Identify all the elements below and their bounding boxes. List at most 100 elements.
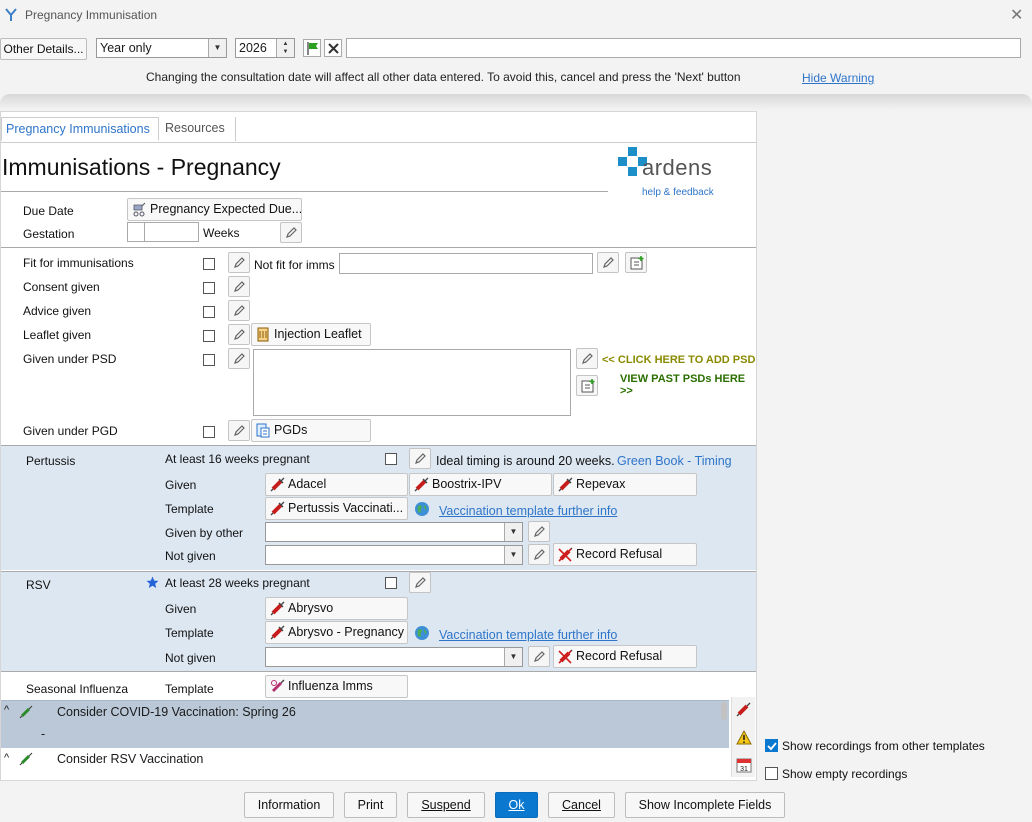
due-date-button-label: Pregnancy Expected Due...: [150, 202, 302, 216]
document-list-icon: [256, 423, 270, 441]
information-button[interactable]: Information: [244, 792, 334, 818]
scrollbar-thumb[interactable]: [721, 702, 727, 720]
tab-pregnancy-immunisations[interactable]: Pregnancy Immunisations: [1, 117, 159, 141]
close-icon[interactable]: ✕: [1010, 5, 1023, 25]
add-note-icon: [630, 256, 644, 270]
leaflet-checkbox[interactable]: [203, 330, 215, 342]
abrysvo-button[interactable]: Abrysvo: [265, 597, 408, 620]
injection-leaflet-button[interactable]: Injection Leaflet: [251, 323, 371, 346]
pertussis-not-given-select[interactable]: ▼: [265, 545, 523, 565]
given-by-other-edit-button[interactable]: [528, 521, 550, 542]
calendar-icon[interactable]: 31: [736, 757, 752, 773]
stepper-arrows-icon[interactable]: ▲ ▼: [276, 39, 294, 57]
due-date-button[interactable]: Pregnancy Expected Due...: [127, 198, 302, 221]
green-book-timing-link[interactable]: Green Book - Timing: [617, 454, 732, 468]
adacel-button[interactable]: Adacel: [265, 473, 408, 496]
rsv-not-given-select[interactable]: ▼: [265, 647, 523, 667]
pgds-button-label: PGDs: [274, 423, 308, 437]
star-icon: [146, 576, 159, 588]
injection-leaflet-label: Injection Leaflet: [274, 327, 362, 341]
syringe-icon[interactable]: [736, 701, 752, 717]
influenza-template-button[interactable]: Influenza Imms: [265, 675, 408, 698]
pertussis-weeks-checkbox[interactable]: [385, 453, 397, 465]
period-select[interactable]: Year only ▼: [96, 38, 227, 58]
chevron-down-icon[interactable]: ▼: [208, 39, 226, 57]
ardens-logo[interactable]: ardens help & feedback: [618, 145, 728, 200]
add-psd-link[interactable]: << CLICK HERE TO ADD PSD: [602, 354, 755, 366]
advice-checkbox[interactable]: [203, 306, 215, 318]
chevron-down-icon[interactable]: ▼: [504, 648, 522, 666]
collapse-icon[interactable]: ^: [4, 752, 9, 764]
pertussis-label: Pertussis: [26, 454, 76, 468]
pgd-edit-button[interactable]: [228, 420, 250, 441]
pgds-button[interactable]: PGDs: [251, 419, 371, 442]
rsv-record-refusal-button[interactable]: Record Refusal: [553, 645, 697, 668]
given-by-other-select[interactable]: ▼: [265, 522, 523, 542]
psd-checkbox[interactable]: [203, 354, 215, 366]
hide-warning-link[interactable]: Hide Warning: [802, 71, 874, 85]
not-fit-input[interactable]: [339, 253, 593, 274]
influenza-label: Seasonal Influenza: [26, 682, 129, 696]
not-fit-add-button[interactable]: [625, 252, 647, 273]
suggestion-covid-title: Consider COVID-19 Vaccination: Spring 26: [57, 705, 296, 719]
rsv-template-button[interactable]: Abrysvo - Pregnancy: [265, 621, 408, 644]
show-empty-checkbox[interactable]: [765, 767, 778, 780]
other-details-button[interactable]: Other Details...: [0, 38, 87, 60]
show-other-templates-label: Show recordings from other templates: [782, 739, 985, 753]
pertussis-template-button[interactable]: Pertussis Vaccinati...: [265, 497, 408, 520]
chevron-down-icon[interactable]: ▼: [504, 523, 522, 541]
rsv-weeks-edit-button[interactable]: [409, 572, 431, 593]
rsv-not-given-edit-button[interactable]: [528, 646, 550, 667]
cancel-button[interactable]: Cancel: [548, 792, 615, 818]
leaflet-edit-button[interactable]: [228, 324, 250, 345]
leaflet-icon: [256, 327, 270, 345]
pertussis-record-refusal-button[interactable]: Record Refusal: [553, 543, 697, 566]
ok-button[interactable]: Ok: [495, 792, 538, 818]
past-psd-link[interactable]: VIEW PAST PSDs HERE >>: [620, 373, 756, 397]
gestation-weeks-input[interactable]: [144, 222, 199, 242]
pram-icon: [132, 202, 147, 220]
rsv-template-label: Template: [165, 626, 214, 640]
suspend-button[interactable]: Suspend: [407, 792, 485, 818]
rsv-template-info-link[interactable]: Vaccination template further info: [439, 628, 617, 642]
fit-checkbox[interactable]: [203, 258, 215, 270]
suggestion-covid[interactable]: ^ Consider COVID-19 Vaccination: Spring …: [1, 700, 729, 748]
psd-add-button[interactable]: [576, 375, 598, 396]
clear-button[interactable]: [324, 39, 342, 57]
virus-syringe-icon: [270, 679, 285, 697]
divider: [1, 247, 756, 248]
rsv-weeks-checkbox[interactable]: [385, 577, 397, 589]
psd-note-edit-button[interactable]: [576, 348, 598, 369]
svg-text:31: 31: [740, 766, 748, 773]
pertussis-weeks-edit-button[interactable]: [409, 448, 431, 469]
tab-resources[interactable]: Resources: [161, 117, 236, 141]
pertussis-not-given-edit-button[interactable]: [528, 544, 550, 565]
suggestions-scrollbar[interactable]: [719, 702, 729, 772]
pencil-icon: [415, 453, 426, 464]
boostrix-button[interactable]: Boostrix-IPV: [409, 473, 552, 496]
psd-edit-button[interactable]: [228, 348, 250, 369]
pgd-checkbox[interactable]: [203, 426, 215, 438]
free-text-input[interactable]: [346, 38, 1021, 58]
show-incomplete-fields-button[interactable]: Show Incomplete Fields: [625, 792, 785, 818]
flag-button[interactable]: [303, 39, 321, 57]
fit-edit-button[interactable]: [228, 252, 250, 273]
chevron-down-icon[interactable]: ▼: [504, 546, 522, 564]
gestation-days-input[interactable]: [127, 222, 145, 242]
consent-checkbox[interactable]: [203, 282, 215, 294]
show-other-templates-checkbox[interactable]: [765, 739, 778, 752]
not-fit-edit-button[interactable]: [597, 252, 619, 273]
consent-edit-button[interactable]: [228, 276, 250, 297]
gestation-edit-button[interactable]: [280, 222, 302, 243]
print-button[interactable]: Print: [344, 792, 397, 818]
collapse-icon[interactable]: ^: [4, 704, 9, 716]
psd-textarea[interactable]: [253, 349, 571, 416]
advice-edit-button[interactable]: [228, 300, 250, 321]
warning-icon[interactable]: [736, 730, 752, 745]
repevax-button[interactable]: Repevax: [553, 473, 697, 496]
pertussis-template-info-link[interactable]: Vaccination template further info: [439, 504, 617, 518]
abrysvo-label: Abrysvo: [288, 601, 334, 615]
suggestion-rsv[interactable]: ^ Consider RSV Vaccination: [1, 748, 729, 778]
year-stepper[interactable]: 2026 ▲ ▼: [235, 38, 295, 58]
pencil-icon: [415, 577, 426, 588]
